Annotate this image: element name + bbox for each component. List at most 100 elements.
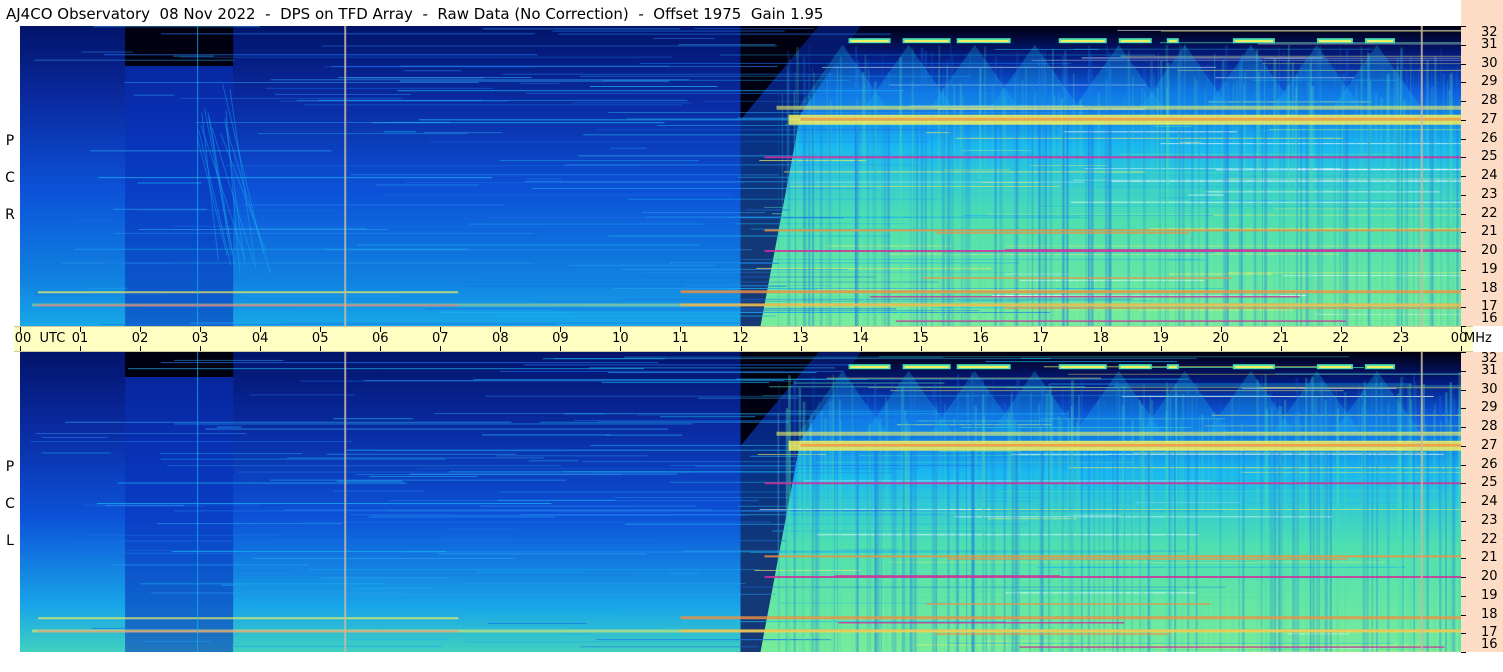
vertical-texture [1410, 399, 1413, 652]
frequency-tick-label: 25 [1481, 475, 1498, 491]
frequency-tick-mark [1461, 539, 1466, 541]
interference-line [947, 558, 1348, 560]
frequency-tick-mark [1461, 101, 1466, 102]
frequency-tick-mark [1461, 408, 1466, 410]
top-signal-segment-core [1366, 366, 1393, 369]
interference-line [1004, 307, 1461, 309]
vertical-texture [1368, 72, 1371, 326]
noise-stripe [384, 194, 731, 196]
noise-stripe [205, 428, 668, 430]
low-frequency-band [32, 303, 1461, 307]
frequency-tick-mark [1461, 119, 1466, 121]
noise-stripe [117, 482, 407, 484]
noise-stripe [610, 147, 647, 149]
noise-stripe [95, 505, 204, 507]
frequency-tick-label: 29 [1481, 400, 1498, 416]
hour-tick-mark [620, 327, 622, 332]
signal-band [38, 291, 459, 294]
noise-stripe [242, 295, 401, 297]
noise-stripe [113, 208, 208, 210]
frequency-tick-mark [1461, 269, 1466, 271]
vertical-texture [794, 72, 797, 326]
vertical-texture [828, 72, 832, 326]
noise-stripe [1049, 383, 1412, 385]
hour-tick-mark [1340, 346, 1342, 351]
noise-stripe [318, 99, 688, 101]
noise-stripe [225, 165, 642, 167]
vertical-texture [1388, 72, 1391, 326]
hour-tick-mark [860, 327, 862, 332]
marker-line [197, 26, 199, 326]
vertical-texture [787, 50, 789, 326]
frequency-tick-label: 19 [1481, 261, 1498, 277]
vertical-texture [838, 399, 841, 652]
vertical-texture [1174, 399, 1177, 652]
top-signal-segment-core [1168, 366, 1177, 369]
top-signal-segment-core [1318, 366, 1351, 369]
top-signal-segment-core [904, 366, 949, 369]
noise-stripe [346, 77, 484, 79]
marker-line [1420, 26, 1423, 326]
frequency-tick-label: 27 [1481, 111, 1498, 127]
frequency-tick-mark [1461, 157, 1466, 159]
hour-tick-mark [1100, 346, 1102, 351]
noise-stripe [624, 356, 944, 358]
noise-stripe [322, 45, 778, 47]
frequency-tick-mark [1461, 633, 1466, 635]
hour-tick-mark [920, 346, 922, 351]
noise-stripe [30, 441, 353, 443]
noise-stripe [238, 574, 636, 576]
noise-stripe [994, 48, 1100, 50]
frequency-column-top [1461, 0, 1503, 26]
vertical-texture [798, 387, 802, 652]
polarization-letter: C [5, 496, 15, 512]
noise-stripe [985, 361, 1177, 363]
top-signal-segment-core [850, 40, 889, 43]
vertical-texture [1440, 47, 1442, 326]
noise-stripe [114, 232, 534, 234]
noise-stripe [103, 550, 352, 552]
frequency-tick-label: 19 [1481, 587, 1498, 603]
noise-stripe [74, 248, 469, 250]
noise-stripe [93, 26, 260, 28]
frequency-tick-mark [1461, 63, 1466, 65]
rcp-polarization-label: P C R [0, 123, 20, 234]
noise-stripe [234, 570, 292, 572]
noise-stripe [531, 187, 875, 189]
top-signal-segment-core [1060, 40, 1105, 43]
vertical-texture [862, 72, 865, 326]
noise-stripe [174, 423, 693, 425]
rcp-frequency-axis: 16 17 18 19 20 21 22 23 24 25 26 27 28 29 30 31 32 [1461, 26, 1503, 327]
marker-line [1420, 352, 1423, 652]
vertical-texture [1386, 74, 1389, 326]
noise-stripe [96, 503, 552, 505]
noise-stripe [253, 557, 515, 559]
frequency-tick-mark [1461, 44, 1466, 46]
noise-stripe [357, 244, 701, 246]
noise-stripe [1275, 373, 1461, 375]
noise-stripe [157, 523, 343, 525]
frequency-tick-label: 30 [1481, 381, 1498, 397]
noise-stripe [434, 413, 605, 415]
noise-stripe [139, 583, 386, 585]
vertical-texture [910, 402, 912, 652]
noise-stripe [572, 102, 692, 104]
frequency-tick-label: 20 [1481, 569, 1498, 584]
noise-stripe [103, 262, 170, 264]
noise-stripe [1021, 357, 1197, 359]
top-signal-segment-core [1120, 40, 1150, 43]
hour-tick-mark [1160, 327, 1162, 332]
hour-tick-mark [380, 346, 382, 351]
interference-line [1019, 646, 1445, 648]
noise-stripe [400, 80, 669, 82]
noise-stripe [479, 505, 697, 507]
noise-stripe [422, 514, 746, 516]
vertical-texture [1097, 400, 1100, 652]
noise-stripe [41, 437, 108, 439]
frequency-tick-label: 18 [1481, 280, 1498, 296]
noise-stripe [368, 516, 555, 518]
noise-stripe [1019, 279, 1205, 281]
noise-stripe [258, 133, 468, 135]
marker-line [344, 352, 347, 652]
noise-stripe [137, 182, 202, 184]
